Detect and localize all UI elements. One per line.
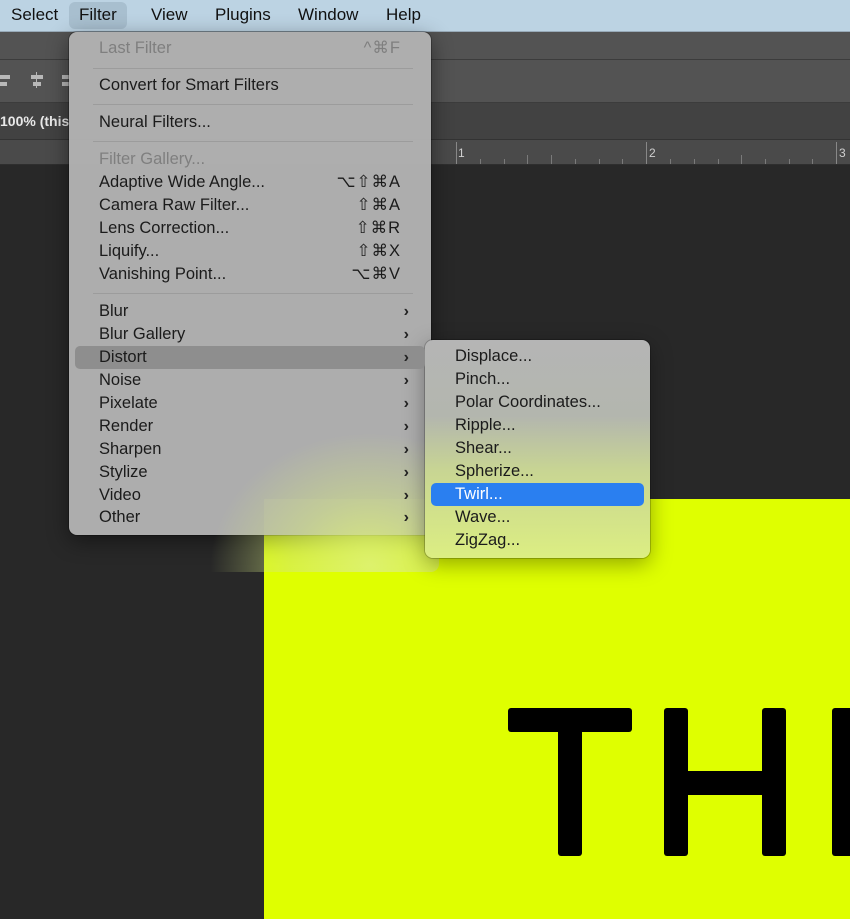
menu-bar: Select Filter View Plugins Window Help [0,0,850,32]
chevron-right-icon: › [403,464,409,481]
align-center-icon[interactable] [30,72,44,88]
ruler-label: 2 [649,146,656,160]
menu-item-label: Distort [99,348,147,366]
menu-select[interactable]: Select [1,0,68,29]
chevron-right-icon: › [403,303,409,320]
menu-item-other[interactable]: Other › [75,506,425,529]
menu-item-label: Blur [99,302,129,320]
menu-item-label: Camera Raw Filter... [99,196,250,214]
ruler-label: 3 [839,146,846,160]
menu-item-label: Neural Filters... [99,113,211,131]
chevron-right-icon: › [403,326,409,343]
ruler-label: 1 [458,146,465,160]
submenu-item-displace[interactable]: Displace... [431,345,644,368]
submenu-item-zigzag[interactable]: ZigZag... [431,529,644,552]
menu-item-label: Sharpen [99,440,162,458]
menu-item-label: Stylize [99,463,148,481]
menu-item-lens-correction[interactable]: Lens Correction... ⇧⌘R [75,217,425,240]
shortcut-label: ⇧⌘R [355,219,401,237]
menu-item-camera-raw-filter[interactable]: Camera Raw Filter... ⇧⌘A [75,194,425,217]
submenu-item-wave[interactable]: Wave... [431,506,644,529]
chevron-right-icon: › [403,349,409,366]
menu-item-pixelate[interactable]: Pixelate › [75,392,425,415]
menu-item-label: Adaptive Wide Angle... [99,173,266,191]
ruler-major-tick [836,142,837,164]
menu-item-label: Render [99,417,154,435]
menu-item-blur-gallery[interactable]: Blur Gallery › [75,323,425,346]
ruler-major-tick [646,142,647,164]
menu-item-adaptive-wide-angle[interactable]: Adaptive Wide Angle... ⌥⇧⌘A [75,171,425,194]
menu-item-label: Filter Gallery... [99,150,206,168]
ruler-major-tick [456,142,457,164]
menu-item-distort[interactable]: Distort › [75,346,425,369]
submenu-item-ripple[interactable]: Ripple... [431,414,644,437]
menu-item-blur[interactable]: Blur › [75,300,425,323]
menu-item-label: Vanishing Point... [99,265,227,283]
menu-item-label: Liquify... [99,242,160,260]
submenu-item-polar-coordinates[interactable]: Polar Coordinates... [431,391,644,414]
menu-item-label: Noise [99,371,142,389]
chevron-right-icon: › [403,509,409,526]
menu-item-neural-filters[interactable]: Neural Filters... [75,111,425,134]
menu-item-label: Pixelate [99,394,158,412]
menu-item-convert-smart-filters[interactable]: Convert for Smart Filters [75,74,425,97]
menu-separator [93,104,413,105]
menu-view[interactable]: View [141,0,198,29]
menu-item-label: Lens Correction... [99,219,230,237]
menu-item-render[interactable]: Render › [75,415,425,438]
menu-separator [93,68,413,69]
chevron-right-icon: › [403,441,409,458]
canvas-letter-i [832,708,850,856]
menu-item-filter-gallery: Filter Gallery... [75,148,425,171]
submenu-item-spherize[interactable]: Spherize... [431,460,644,483]
menu-item-label: Blur Gallery [99,325,186,343]
submenu-item-pinch[interactable]: Pinch... [431,368,644,391]
menu-item-sharpen[interactable]: Sharpen › [75,438,425,461]
document-tab[interactable]: 100% (this [0,103,69,139]
shortcut-label: ⌥⌘V [351,265,401,283]
chevron-right-icon: › [403,372,409,389]
menu-item-noise[interactable]: Noise › [75,369,425,392]
menu-item-label: Last Filter [99,39,172,57]
menu-help[interactable]: Help [376,0,431,29]
menu-item-label: Other [99,508,141,526]
chevron-right-icon: › [403,418,409,435]
menu-window[interactable]: Window [288,0,368,29]
menu-item-last-filter: Last Filter ^⌘F [75,37,425,60]
shortcut-label: ⇧⌘X [356,242,401,260]
menu-item-label: Video [99,486,141,504]
shortcut-label: ^⌘F [363,39,401,57]
menu-item-liquify[interactable]: Liquify... ⇧⌘X [75,240,425,263]
menu-item-label: Convert for Smart Filters [99,76,279,94]
menu-item-stylize[interactable]: Stylize › [75,461,425,484]
document-canvas[interactable] [264,499,850,919]
filter-menu: Last Filter ^⌘F Convert for Smart Filter… [69,32,439,572]
submenu-item-shear[interactable]: Shear... [431,437,644,460]
menu-separator [93,293,413,294]
submenu-item-twirl[interactable]: Twirl... [431,483,644,506]
menu-item-vanishing-point[interactable]: Vanishing Point... ⌥⌘V [75,263,425,286]
shortcut-label: ⇧⌘A [356,196,401,214]
chevron-right-icon: › [403,487,409,504]
menu-separator [93,141,413,142]
menu-plugins[interactable]: Plugins [205,0,281,29]
align-left-icon[interactable] [0,72,12,88]
shortcut-label: ⌥⇧⌘A [336,173,401,191]
distort-submenu: Displace... Pinch... Polar Coordinates..… [425,340,650,558]
chevron-right-icon: › [403,395,409,412]
menu-item-video[interactable]: Video › [75,484,425,507]
menu-filter[interactable]: Filter [69,2,127,29]
